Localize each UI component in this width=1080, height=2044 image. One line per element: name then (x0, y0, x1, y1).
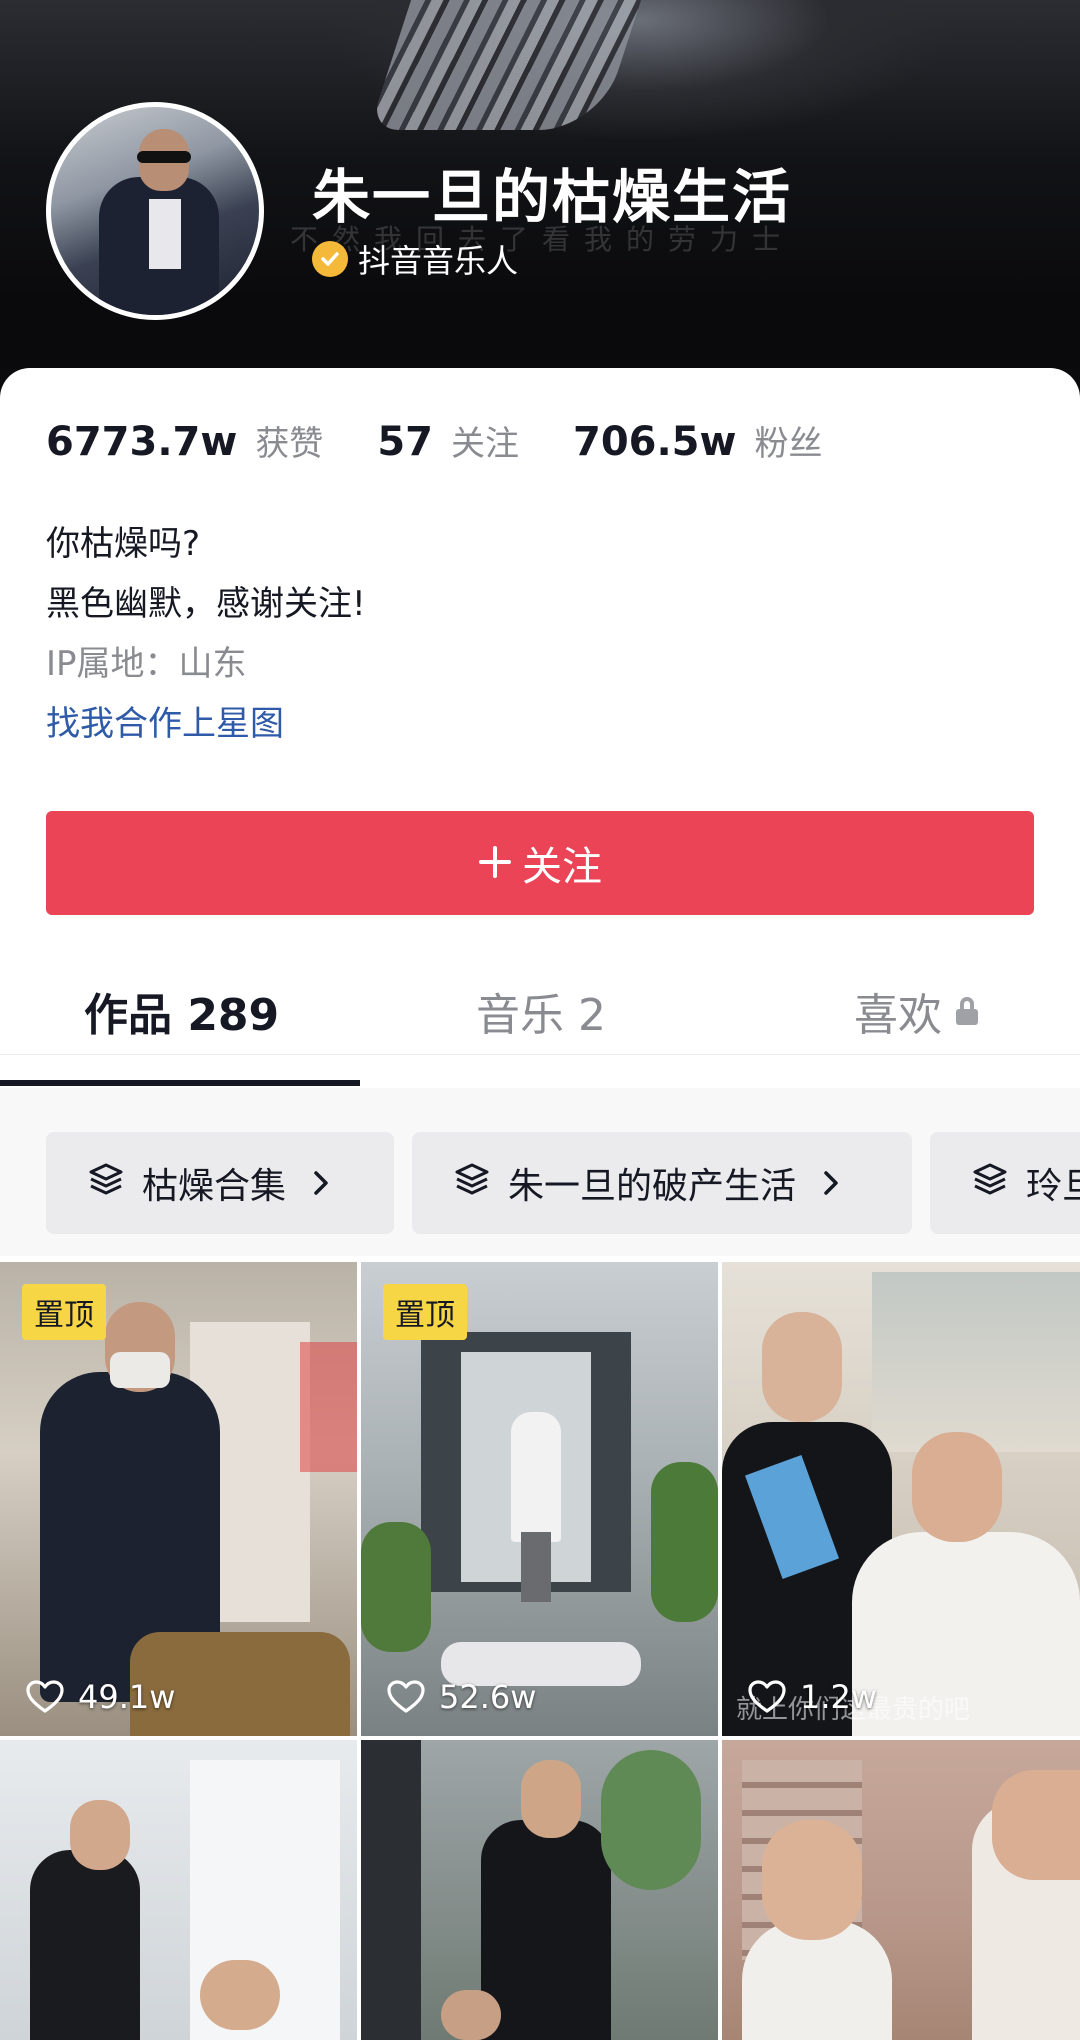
avatar[interactable] (46, 102, 264, 320)
video-likes-count: 49.1w (78, 1678, 176, 1716)
video-likes: 52.6w (387, 1678, 536, 1716)
heart-icon (26, 1680, 64, 1713)
bio-line-2: 黑色幽默，感谢关注! (46, 584, 366, 624)
heart-icon (748, 1680, 786, 1713)
plus-icon (478, 836, 512, 890)
collection-label: 朱一旦的破产生活 (508, 1166, 797, 1207)
profile-name: 朱一旦的枯燥生活 (312, 163, 793, 231)
collection-chip[interactable]: 玲旦 (930, 1132, 1080, 1234)
stats-row: 6773.7w 获赞 57 关注 706.5w 粉丝 (46, 416, 822, 465)
followers-count[interactable]: 706.5w (573, 419, 736, 465)
pinned-badge: 置顶 (383, 1284, 467, 1340)
collection-label: 枯燥合集 (142, 1166, 287, 1207)
video-likes-count: 52.6w (439, 1678, 537, 1716)
video-tile[interactable] (722, 1740, 1080, 2040)
verified-label: 抖音音乐人 (358, 242, 519, 280)
video-likes: 49.1w (26, 1678, 175, 1716)
collections-bar: 枯燥合集 朱一旦的破产生活 玲旦 (0, 1088, 1080, 1256)
tab-likes[interactable]: 喜欢 (854, 968, 978, 1054)
video-tile[interactable] (361, 1740, 718, 2040)
verified-badge: 抖音音乐人 (312, 236, 518, 282)
video-likes-count: 1.2w (800, 1678, 878, 1716)
bio-line-1: 你枯燥吗? (46, 524, 201, 564)
following-label[interactable]: 关注 (451, 416, 519, 465)
stack-icon (454, 1161, 490, 1206)
stack-icon (88, 1161, 124, 1206)
content-tabs: 作品 289 音乐 2 喜欢 (0, 968, 1080, 1055)
bio: 你枯燥吗? 黑色幽默，感谢关注! IP属地：山东 找我合作上星图 (46, 514, 366, 754)
heart-icon (387, 1680, 425, 1713)
collection-chip[interactable]: 朱一旦的破产生活 (412, 1132, 912, 1234)
pinned-badge: 置顶 (22, 1284, 106, 1340)
video-tile[interactable]: 置顶 49.1w (0, 1262, 357, 1736)
cooperation-link[interactable]: 找我合作上星图 (46, 694, 366, 754)
tab-likes-label: 喜欢 (854, 990, 942, 1041)
banner-watch-image (368, 0, 642, 130)
lock-icon (956, 997, 978, 1025)
following-count[interactable]: 57 (377, 419, 433, 465)
video-likes: 1.2w (748, 1678, 877, 1716)
video-tile[interactable]: 就上你们这最贵的吧 1.2w (722, 1262, 1080, 1736)
profile-card: 6773.7w 获赞 57 关注 706.5w 粉丝 你枯燥吗? 黑色幽默，感谢… (0, 368, 1080, 2044)
collection-label: 玲旦 (1026, 1166, 1080, 1207)
tab-works-label: 作品 289 (84, 990, 280, 1041)
likes-count: 6773.7w (46, 419, 238, 465)
tab-works[interactable]: 作品 289 (84, 968, 279, 1054)
chevron-right-icon (822, 1160, 840, 1206)
video-tile[interactable] (0, 1740, 357, 2040)
likes-label: 获赞 (255, 424, 324, 464)
chevron-right-icon (312, 1160, 330, 1206)
ip-location: IP属地：山东 (46, 644, 247, 684)
tab-music-label: 音乐 2 (476, 990, 606, 1041)
verified-check-icon (312, 241, 348, 277)
follow-button[interactable]: 关注 (46, 811, 1034, 915)
collection-chip[interactable]: 枯燥合集 (46, 1132, 394, 1234)
active-tab-indicator (0, 1080, 360, 1086)
stack-icon (972, 1161, 1008, 1206)
follow-button-label: 关注 (522, 844, 602, 890)
video-tile[interactable]: 置顶 52.6w (361, 1262, 718, 1736)
tab-music[interactable]: 音乐 2 (476, 968, 606, 1054)
followers-label[interactable]: 粉丝 (754, 416, 822, 465)
